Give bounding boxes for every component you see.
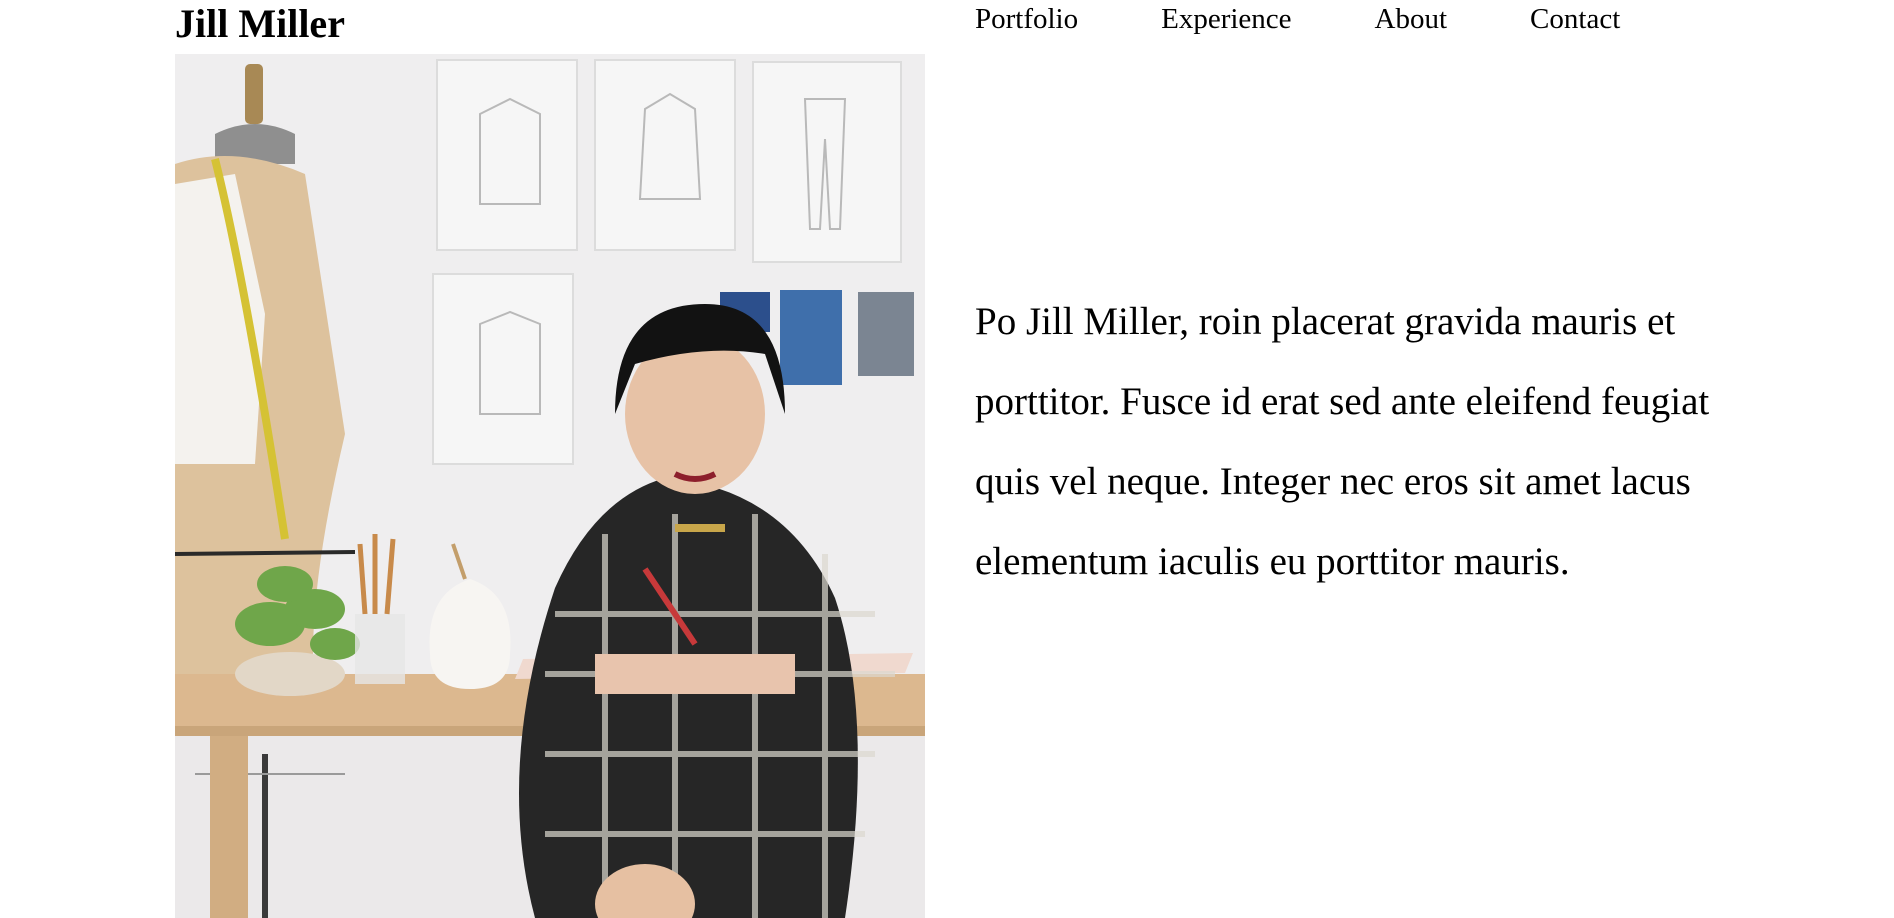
intro-paragraph: Po Jill Miller, roin placerat gravida ma… <box>975 300 1710 583</box>
nav-link-contact[interactable]: Contact <box>1530 0 1620 38</box>
nav-link-portfolio[interactable]: Portfolio <box>975 0 1078 38</box>
hero-image <box>175 54 925 918</box>
main-nav: Portfolio Experience About Contact <box>975 0 1620 38</box>
nav-link-about[interactable]: About <box>1375 0 1448 38</box>
designer-photo-icon <box>175 54 925 918</box>
site-title: Jill Miller <box>175 1 345 46</box>
nav-link-experience[interactable]: Experience <box>1161 0 1291 38</box>
